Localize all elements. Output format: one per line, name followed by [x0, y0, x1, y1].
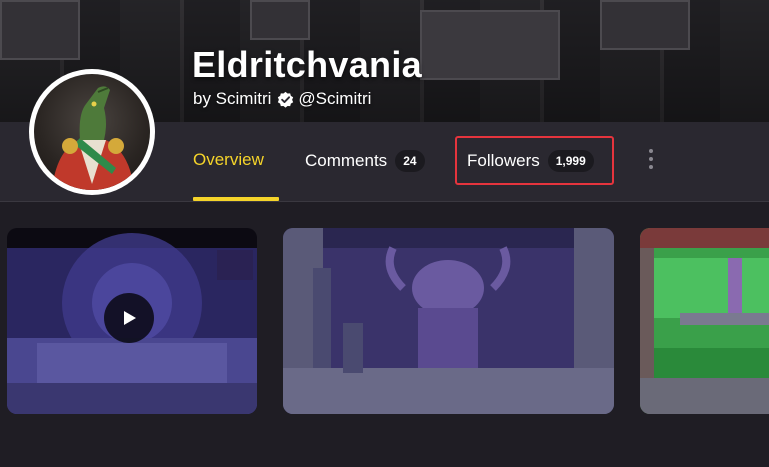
game-screenshot-2 — [283, 228, 614, 414]
game-screenshot-3 — [640, 228, 769, 414]
page-title: Eldritchvania — [192, 44, 422, 85]
play-icon — [124, 311, 136, 325]
verified-badge-icon — [278, 91, 294, 108]
kebab-menu-icon[interactable] — [646, 149, 656, 169]
author-byline: by Scimitri @Scimitri — [193, 89, 371, 109]
comments-count-badge: 24 — [395, 150, 425, 172]
avatar-portrait-image — [52, 86, 134, 190]
tab-comments[interactable]: Comments 24 — [305, 150, 425, 172]
followers-count-badge: 1,999 — [547, 150, 594, 172]
tab-comments-label: Comments — [305, 151, 388, 170]
media-thumbnail-video[interactable] — [7, 228, 257, 414]
media-thumbnail-image[interactable] — [283, 228, 614, 414]
play-button[interactable] — [104, 293, 154, 343]
avatar[interactable] — [29, 69, 155, 195]
author-name[interactable]: by Scimitri — [193, 89, 271, 109]
tab-followers-label: Followers — [467, 151, 540, 170]
media-thumbnail-image-partial[interactable] — [640, 228, 769, 414]
tab-overview-label: Overview — [193, 150, 264, 169]
author-handle[interactable]: @Scimitri — [298, 89, 371, 109]
active-tab-indicator — [193, 197, 279, 201]
tab-overview[interactable]: Overview — [193, 150, 264, 170]
tab-followers[interactable]: Followers 1,999 — [467, 150, 594, 172]
